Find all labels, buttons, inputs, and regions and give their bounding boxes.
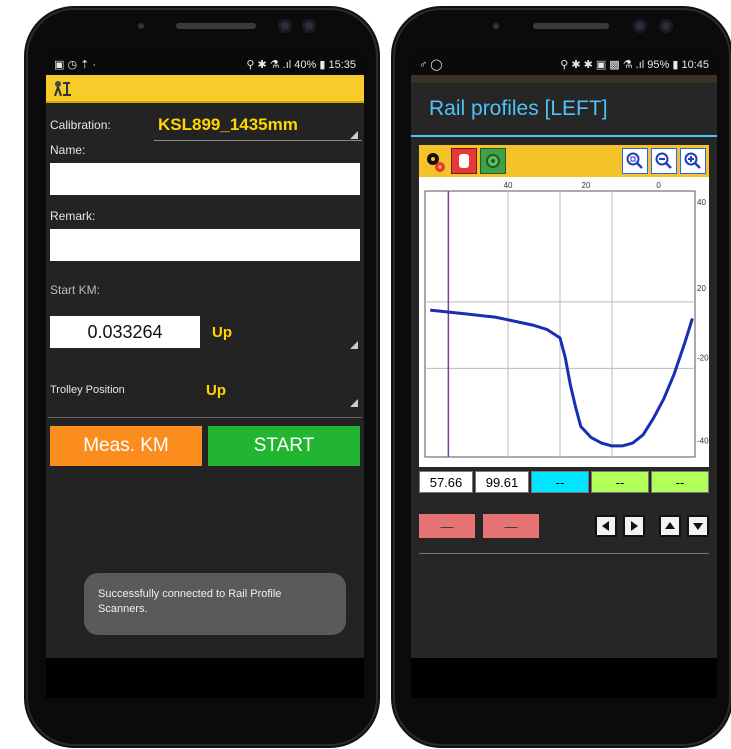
readout-value: -- — [591, 471, 649, 493]
trolley-select[interactable]: Up — [206, 382, 226, 399]
chart-toolbar — [419, 145, 709, 177]
tripod-level-icon[interactable] — [52, 79, 72, 97]
sensor-icon — [659, 19, 673, 33]
meas-km-button[interactable]: Meas. KM — [50, 426, 202, 466]
green-record-icon[interactable] — [480, 148, 506, 174]
status-right: ⚲ ✱ ⚗ .ıl 40% ▮ 15:35 — [246, 58, 356, 71]
status-bar: ▣ ◷ ⇡ · ⚲ ✱ ⚗ .ıl 40% ▮ 15:35 — [46, 53, 364, 75]
app-header — [46, 75, 364, 103]
status-bar: ♂ ◯ ⚲ ✱ ✱ ▣ ▩ ⚗ .ıl 95% ▮ 10:45 — [411, 53, 717, 75]
name-input[interactable] — [50, 163, 360, 195]
sensor-icon — [302, 19, 316, 33]
nav-bar — [411, 658, 717, 698]
y-tick-label: 40 — [697, 198, 706, 207]
remark-label: Remark: — [50, 209, 96, 223]
arrow-down-icon[interactable] — [687, 515, 709, 537]
profile-chart-svg: 40 20 0 40 20 -20 -40 — [424, 181, 709, 458]
arrow-left-icon[interactable] — [595, 515, 617, 537]
arrow-right-icon[interactable] — [623, 515, 645, 537]
right-screen: ♂ ◯ ⚲ ✱ ✱ ▣ ▩ ⚗ .ıl 95% ▮ 10:45 Rail pro… — [411, 53, 717, 698]
start-km-label: Start KM: — [50, 283, 101, 297]
status-left: ▣ ◷ ⇡ · — [54, 58, 97, 71]
right-phone: ♂ ◯ ⚲ ✱ ✱ ▣ ▩ ⚗ .ıl 95% ▮ 10:45 Rail pro… — [393, 8, 731, 746]
left-phone: ▣ ◷ ⇡ · ⚲ ✱ ⚗ .ıl 40% ▮ 15:35 Calibratio… — [26, 8, 378, 746]
status-left: ♂ ◯ — [419, 58, 443, 71]
settings-gear-icon[interactable] — [422, 148, 448, 174]
front-camera-icon — [278, 19, 292, 33]
trolley-label: Trolley Position — [50, 384, 125, 396]
x-tick-label: 20 — [582, 181, 591, 190]
nav-bar — [46, 658, 364, 698]
spinner-arrow-icon — [350, 131, 358, 139]
profile-series — [430, 308, 694, 448]
status-right: ⚲ ✱ ✱ ▣ ▩ ⚗ .ıl 95% ▮ 10:45 — [560, 58, 709, 71]
toast-message: Successfully connected to Rail Profile S… — [84, 573, 346, 635]
arrow-up-icon[interactable] — [659, 515, 681, 537]
spinner-arrow-icon — [350, 341, 358, 349]
start-km-input[interactable]: 0.033264 — [50, 316, 200, 348]
calibration-label: Calibration: — [50, 118, 111, 132]
readout-value: 99.61 — [475, 471, 529, 493]
readout-value: -- — [531, 471, 589, 493]
direction-select[interactable]: Up — [212, 324, 232, 341]
zoom-out-icon[interactable] — [651, 148, 677, 174]
zoom-fit-icon[interactable] — [622, 148, 648, 174]
y-tick-label: 20 — [697, 284, 706, 293]
readout-value: -- — [651, 471, 709, 493]
start-button[interactable]: START — [208, 426, 360, 466]
name-label: Name: — [50, 143, 86, 157]
calibration-select[interactable]: KSL899_1435mm — [158, 115, 298, 135]
right-marker-button[interactable]: — — [483, 514, 539, 538]
left-screen: ▣ ◷ ⇡ · ⚲ ✱ ⚗ .ıl 40% ▮ 15:35 Calibratio… — [46, 53, 364, 698]
y-tick-label: -40 — [697, 436, 709, 445]
profile-chart[interactable]: 40 20 0 40 20 -20 -40 — [419, 177, 709, 467]
page-title: Rail profiles [LEFT] — [411, 83, 717, 137]
zoom-in-icon[interactable] — [680, 148, 706, 174]
readout-row: 57.66 99.61 -- -- -- — [419, 471, 709, 493]
stop-hand-icon[interactable] — [451, 148, 477, 174]
left-marker-button[interactable]: — — [419, 514, 475, 538]
x-tick-label: 0 — [656, 181, 661, 190]
remark-input[interactable] — [50, 229, 360, 261]
x-tick-label: 40 — [504, 181, 513, 190]
y-tick-label: -20 — [697, 353, 709, 362]
spinner-arrow-icon — [350, 399, 358, 407]
readout-value: 57.66 — [419, 471, 473, 493]
front-camera-icon — [633, 19, 647, 33]
